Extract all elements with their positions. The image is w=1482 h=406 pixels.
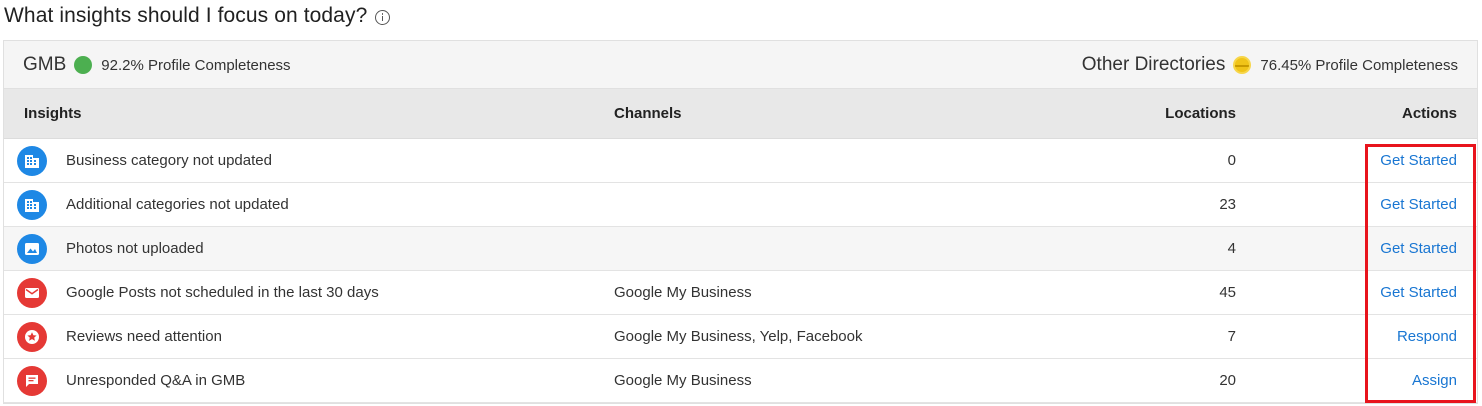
insights-panel: GMB 92.2% Profile Completeness Other Dir… — [3, 40, 1478, 404]
mail-icon — [17, 278, 47, 308]
building-icon — [17, 146, 47, 176]
channels-text: Google My Business — [614, 284, 752, 301]
other-directories-label: Other Directories — [1081, 54, 1226, 75]
insight-text: Unresponded Q&A in GMB — [66, 372, 246, 389]
table-row: Photos not uploaded 4 Get Started — [4, 227, 1477, 271]
insight-text: Photos not uploaded — [66, 240, 204, 257]
locations-count: 7 — [1227, 328, 1236, 345]
gmb-summary: GMB 92.2% Profile Completeness — [23, 54, 291, 76]
other-directories-status-dot-icon — [1233, 56, 1252, 74]
column-header-locations: Locations — [1165, 105, 1236, 122]
table-row: Additional categories not updated 23 Get… — [4, 183, 1477, 227]
insight-text: Business category not updated — [66, 152, 272, 169]
table-row: Business category not updated 0 Get Star… — [4, 139, 1477, 183]
page-title-text: What insights should I focus on today? — [4, 4, 368, 27]
table-row: Google Posts not scheduled in the last 3… — [4, 271, 1477, 315]
info-icon[interactable] — [375, 9, 391, 25]
chat-icon — [17, 366, 47, 396]
gmb-label: GMB — [23, 54, 67, 75]
other-directories-summary: Other Directories 76.45% Profile Complet… — [1082, 54, 1458, 76]
insight-text: Reviews need attention — [66, 328, 222, 345]
insight-text: Additional categories not updated — [66, 196, 289, 213]
locations-count: 23 — [1219, 196, 1236, 213]
building-icon — [17, 190, 47, 220]
column-header-actions: Actions — [1401, 105, 1457, 122]
actions-highlight-box — [1365, 144, 1476, 403]
other-directories-completeness: 76.45% Profile Completeness — [1260, 56, 1458, 74]
channels-text: Google My Business — [614, 372, 752, 389]
column-header-channels: Channels — [614, 105, 682, 122]
channels-text: Google My Business, Yelp, Facebook — [614, 328, 863, 345]
completeness-summary: GMB 92.2% Profile Completeness Other Dir… — [4, 41, 1477, 89]
locations-count: 4 — [1227, 240, 1236, 257]
table-row: Reviews need attention Google My Busines… — [4, 315, 1477, 359]
gmb-completeness: 92.2% Profile Completeness — [101, 56, 291, 74]
table-row: Unresponded Q&A in GMB Google My Busines… — [4, 359, 1477, 403]
photo-icon — [17, 234, 47, 264]
insight-text: Google Posts not scheduled in the last 3… — [66, 284, 379, 301]
column-header-insights: Insights — [24, 105, 82, 122]
locations-count: 0 — [1227, 152, 1236, 169]
table-header: Insights Channels Locations Actions — [4, 89, 1477, 139]
locations-count: 45 — [1219, 284, 1236, 301]
locations-count: 20 — [1219, 372, 1236, 389]
gmb-status-dot-icon — [74, 56, 93, 74]
star-icon — [17, 322, 47, 352]
page-title: What insights should I focus on today? — [4, 4, 391, 28]
